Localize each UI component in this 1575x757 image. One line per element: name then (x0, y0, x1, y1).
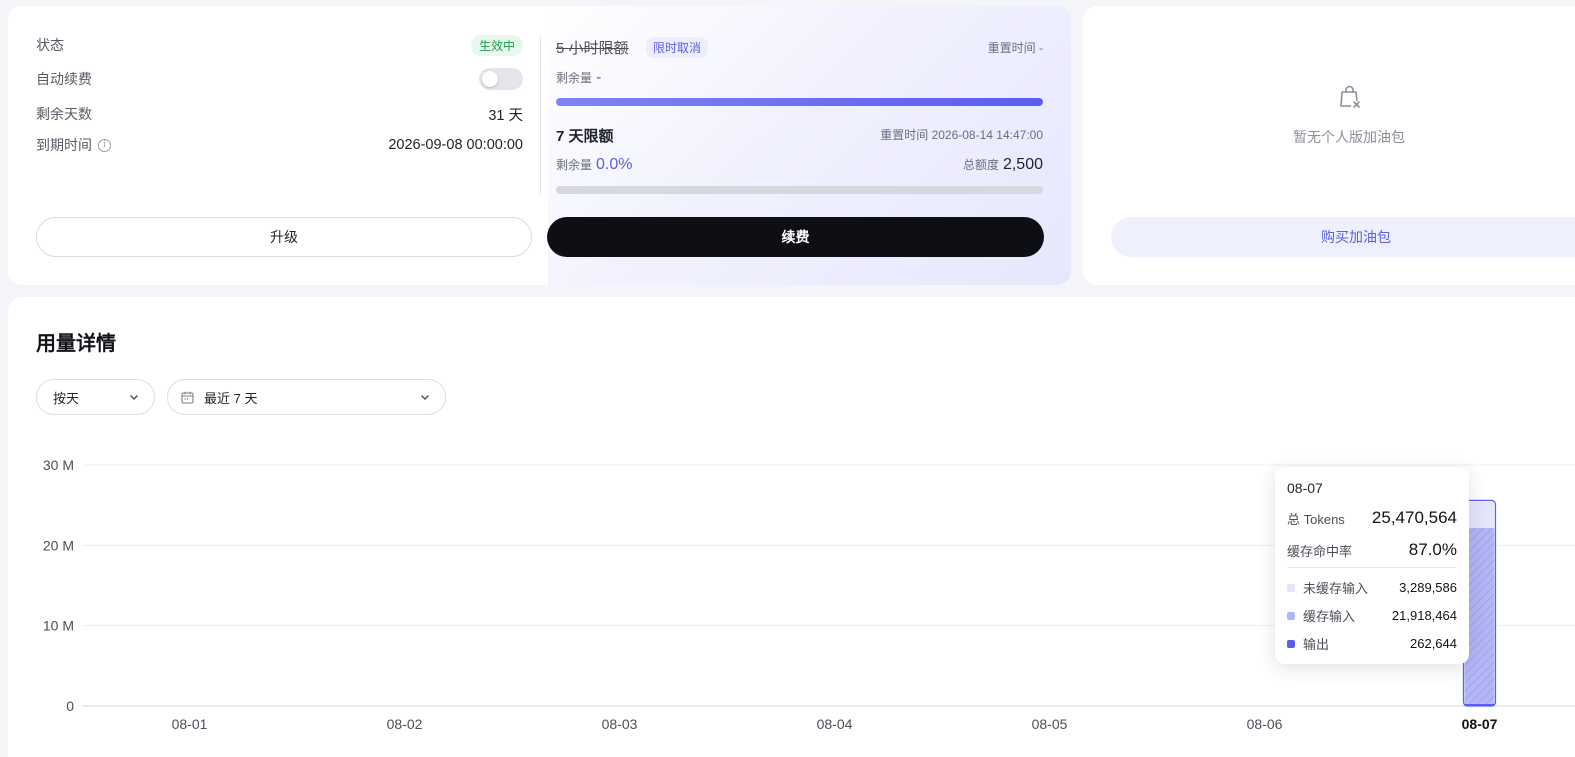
y-tick-label: 0 (66, 698, 74, 714)
tooltip-total-row: 总 Tokens 25,470,564 (1287, 508, 1457, 528)
tooltip-hit-row: 缓存命中率 87.0% (1287, 540, 1457, 560)
bar-segment-1[interactable] (1464, 527, 1495, 704)
tooltip-output-value: 262,644 (1410, 636, 1457, 651)
tooltip-divider (1287, 567, 1457, 568)
tooltip-cached-label: 缓存输入 (1303, 609, 1356, 624)
x-tick-label: 08-02 (387, 716, 423, 732)
tooltip-date: 08-07 (1287, 480, 1323, 496)
tooltip-total-label: 总 Tokens (1287, 511, 1345, 527)
bar-segment-0[interactable] (1464, 501, 1495, 528)
x-tick-label: 08-05 (1032, 716, 1068, 732)
x-tick-label: 08-06 (1247, 716, 1283, 732)
output-legend-dot (1287, 639, 1295, 648)
tooltip-output-row: 输出 262,644 (1287, 634, 1457, 653)
tooltip-cached-value: 21,918,464 (1391, 608, 1457, 623)
chart-tooltip: 08-07 总 Tokens 25,470,564 缓存命中率 87.0% 未缓… (1275, 467, 1469, 664)
cached-legend-dot (1287, 611, 1295, 620)
y-tick-label: 30 M (43, 457, 74, 473)
x-tick-label: 08-01 (172, 716, 208, 732)
y-tick-label: 20 M (43, 537, 74, 553)
x-tick-label: 08-07 (1462, 716, 1498, 732)
tooltip-cached-row: 缓存输入 21,918,464 (1287, 606, 1457, 625)
tooltip-hit-value: 87.0% (1408, 540, 1457, 559)
tooltip-uncached-label: 未缓存输入 (1303, 581, 1369, 596)
uncached-legend-dot (1287, 583, 1295, 592)
x-tick-label: 08-03 (602, 716, 638, 732)
tooltip-uncached-value: 3,289,586 (1399, 580, 1457, 595)
tooltip-uncached-row: 未缓存输入 3,289,586 (1287, 578, 1457, 597)
tooltip-output-label: 输出 (1303, 637, 1330, 652)
tooltip-total-value: 25,470,564 (1371, 508, 1457, 527)
y-tick-label: 10 M (43, 618, 74, 634)
x-tick-label: 08-04 (817, 716, 853, 732)
tooltip-hit-label: 缓存命中率 (1287, 543, 1353, 559)
